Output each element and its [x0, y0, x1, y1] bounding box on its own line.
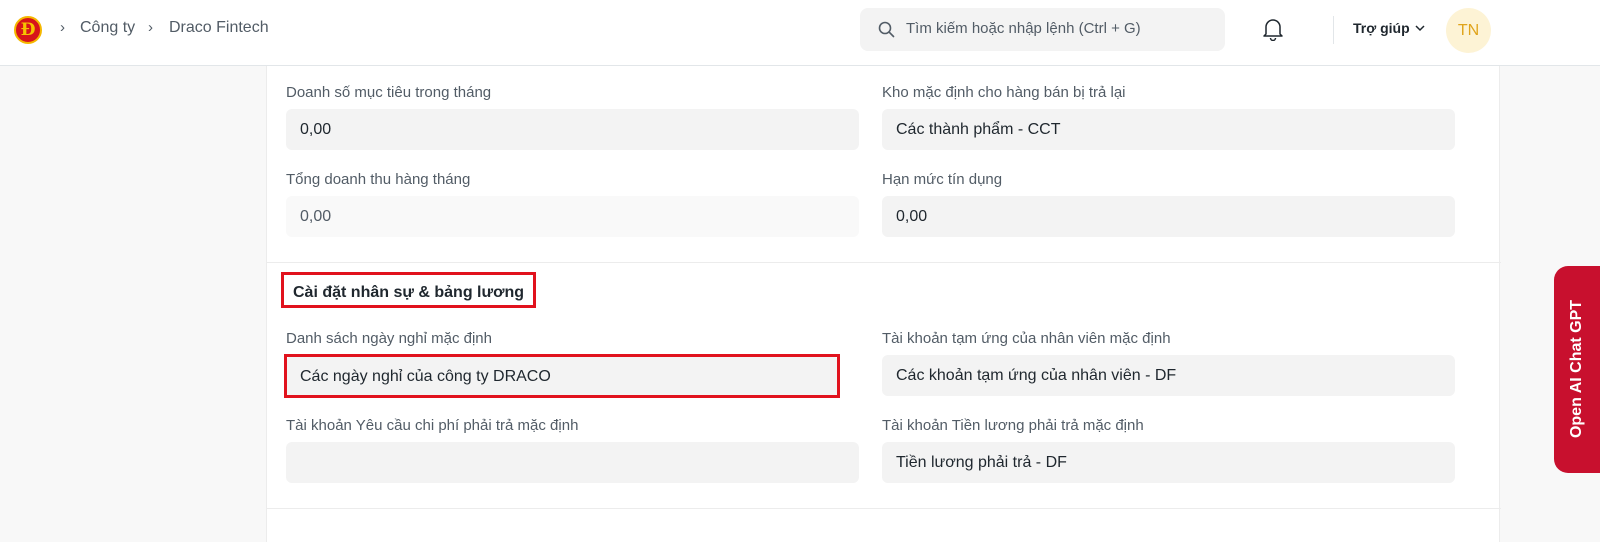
default-employee-advance-account-field[interactable]: Các khoản tạm ứng của nhân viên - DF [882, 355, 1455, 396]
search-placeholder: Tìm kiếm hoặc nhập lệnh (Ctrl + G) [906, 20, 1141, 37]
field-label: Tài khoản Tiền lương phải trả mặc định [882, 417, 1144, 434]
field-label: Tổng doanh thu hàng tháng [286, 171, 471, 188]
field-label: Hạn mức tín dụng [882, 171, 1003, 188]
field-label: Danh sách ngày nghỉ mặc định [286, 330, 492, 347]
hr-payroll-section-title[interactable]: Cài đặt nhân sự & bảng lương [293, 284, 524, 302]
section-divider [267, 508, 1501, 509]
company-form-card: Doanh số mục tiêu trong tháng 0,00 Kho m… [266, 66, 1501, 542]
field-label: Kho mặc định cho hàng bán bị trả lại [882, 84, 1126, 101]
app-logo-icon[interactable]: Đ [14, 16, 42, 44]
breadcrumb-chevron-icon: › [148, 19, 153, 36]
field-label: Tài khoản Yêu cầu chi phí phải trả mặc đ… [286, 417, 579, 434]
search-icon [878, 21, 895, 38]
default-payroll-payable-account-field[interactable]: Tiền lương phải trả - DF [882, 442, 1455, 483]
open-ai-chat-gpt-tab[interactable]: Open AI Chat GPT [1554, 266, 1600, 473]
breadcrumb-chevron-icon: › [60, 19, 65, 36]
holiday-list-highlight [284, 354, 840, 398]
navbar-divider [1333, 16, 1334, 44]
credit-limit-field[interactable]: 0,00 [882, 196, 1455, 237]
monthly-sales-target-field[interactable]: 0,00 [286, 109, 859, 150]
total-monthly-sales-field: 0,00 [286, 196, 859, 237]
default-expense-claim-payable-account-field[interactable] [286, 442, 859, 483]
navbar: Đ › Công ty › Draco Fintech Tìm kiếm hoặ… [0, 0, 1600, 66]
help-dropdown[interactable]: Trợ giúp [1353, 20, 1410, 36]
search-input[interactable]: Tìm kiếm hoặc nhập lệnh (Ctrl + G) [860, 8, 1225, 51]
chevron-down-icon[interactable] [1415, 24, 1425, 32]
default-sales-return-warehouse-field[interactable]: Các thành phẩm - CCT [882, 109, 1455, 150]
gpt-tab-label: Open AI Chat GPT [1568, 299, 1585, 439]
field-label: Tài khoản tạm ứng của nhân viên mặc định [882, 330, 1171, 347]
bell-icon[interactable] [1262, 17, 1284, 41]
section-divider [267, 262, 1501, 263]
user-avatar[interactable]: TN [1446, 8, 1491, 53]
field-label: Doanh số mục tiêu trong tháng [286, 84, 492, 101]
breadcrumb-draco-fintech[interactable]: Draco Fintech [169, 19, 269, 37]
breadcrumb-company[interactable]: Công ty [80, 19, 135, 37]
